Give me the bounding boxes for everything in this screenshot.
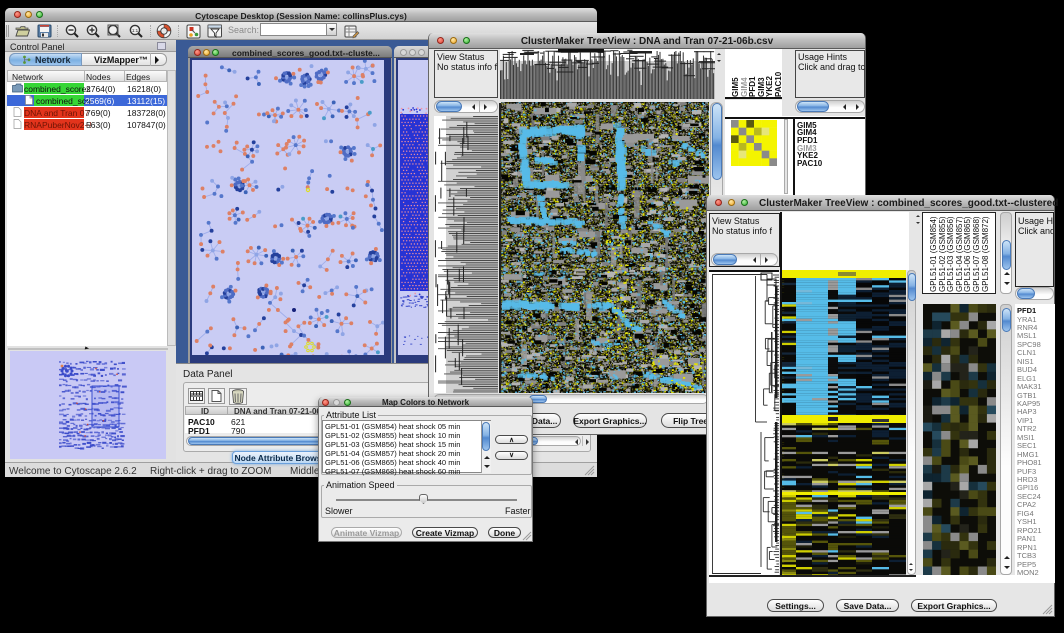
svg-text:1:1: 1:1 (132, 28, 139, 33)
